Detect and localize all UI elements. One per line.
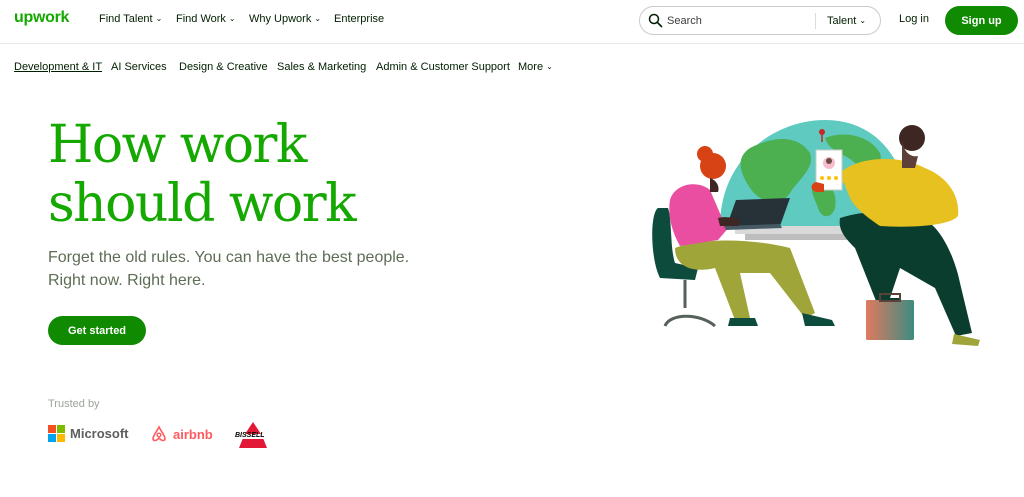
search-input[interactable]: Search xyxy=(667,15,702,27)
nav-find-work-label: Find Work xyxy=(176,13,226,25)
chevron-down-icon: ⌄ xyxy=(314,14,322,23)
category-design-creative[interactable]: Design & Creative xyxy=(179,61,268,73)
nav-why-upwork-label: Why Upwork xyxy=(249,13,312,25)
category-ai-services[interactable]: AI Services xyxy=(111,61,167,73)
login-link[interactable]: Log in xyxy=(899,13,929,25)
chevron-down-icon: ⌄ xyxy=(859,16,867,25)
bissell-wordmark: BISSELL xyxy=(235,432,265,439)
nav-find-work[interactable]: Find Work ⌄ xyxy=(176,13,236,25)
microsoft-wordmark: Microsoft xyxy=(70,426,129,441)
category-more-label: More xyxy=(518,61,544,73)
nav-find-talent-label: Find Talent xyxy=(99,13,153,25)
get-started-button[interactable]: Get started xyxy=(48,316,146,345)
chevron-down-icon: ⌄ xyxy=(228,14,236,23)
nav-find-talent[interactable]: Find Talent ⌄ xyxy=(99,13,162,25)
microsoft-squares-icon xyxy=(48,425,65,442)
search-category-label: Talent xyxy=(827,15,857,27)
nav-enterprise[interactable]: Enterprise xyxy=(334,13,384,25)
nav-why-upwork[interactable]: Why Upwork ⌄ xyxy=(249,13,321,25)
category-more[interactable]: More ⌄ xyxy=(518,61,553,73)
hero-subtitle: Forget the old rules. You can have the b… xyxy=(48,246,428,292)
trusted-by-label: Trusted by xyxy=(48,398,100,410)
airbnb-belo-icon xyxy=(152,425,166,442)
hero-illustration xyxy=(652,120,980,346)
search-icon[interactable] xyxy=(648,13,663,28)
bissell-logo: BISSELL xyxy=(233,420,273,450)
hero-subtitle-line-1: Forget the old rules. You can have the b… xyxy=(48,249,410,266)
upwork-logo[interactable]: upwork xyxy=(14,9,69,27)
category-sales-marketing[interactable]: Sales & Marketing xyxy=(277,61,366,73)
category-admin-support[interactable]: Admin & Customer Support xyxy=(376,61,510,73)
signup-button[interactable]: Sign up xyxy=(945,6,1018,35)
search-bar[interactable]: Search Talent ⌄ xyxy=(639,6,881,35)
hero-subtitle-line-2: Right now. Right here. xyxy=(48,272,206,289)
chevron-down-icon: ⌄ xyxy=(155,14,163,23)
hero-title-line-2: should work xyxy=(48,174,357,234)
airbnb-logo: airbnb xyxy=(150,425,213,443)
airbnb-wordmark: airbnb xyxy=(173,426,213,442)
search-category-select[interactable]: Talent ⌄ xyxy=(827,15,866,27)
search-divider xyxy=(815,13,816,29)
nav-enterprise-label: Enterprise xyxy=(334,13,385,25)
category-development-it[interactable]: Development & IT xyxy=(14,61,102,73)
hero-title: How work should work xyxy=(48,116,448,234)
top-navigation: upwork Find Talent ⌄ Find Work ⌄ Why Upw… xyxy=(0,0,1024,44)
chevron-down-icon: ⌄ xyxy=(546,62,553,71)
microsoft-logo: Microsoft xyxy=(48,425,129,442)
hero-title-line-1: How work xyxy=(48,115,307,175)
